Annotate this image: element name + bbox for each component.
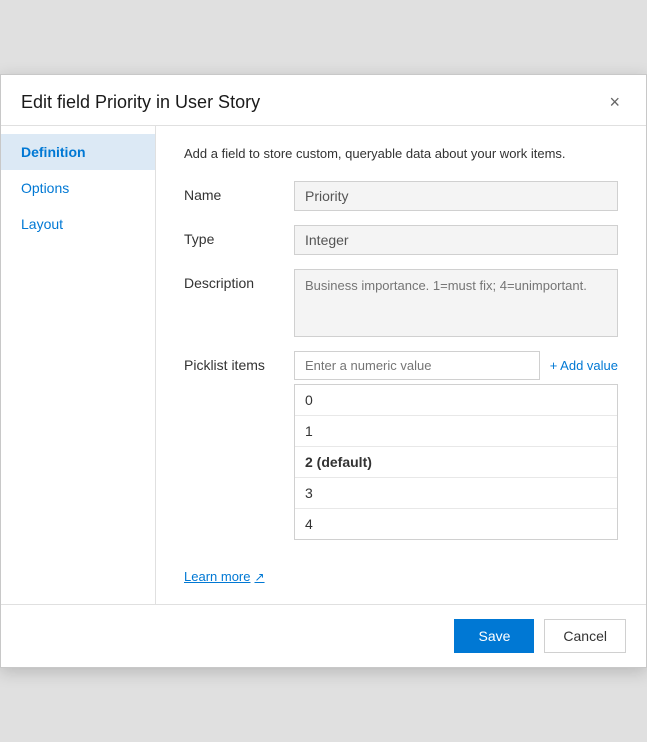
dialog-footer: Save Cancel (1, 604, 646, 667)
picklist-value-2-default: 2 (default) (295, 447, 617, 478)
picklist-value-1: 1 (295, 416, 617, 447)
picklist-section: Picklist items + Add value 0 1 (184, 351, 618, 540)
sidebar-item-definition[interactable]: Definition (1, 134, 155, 170)
picklist-label: Picklist items (184, 351, 294, 373)
name-row: Name (184, 181, 618, 211)
type-row: Type (184, 225, 618, 255)
sidebar-item-layout[interactable]: Layout (1, 206, 155, 242)
name-label: Name (184, 181, 294, 203)
dialog-body: Definition Options Layout Add a field to… (1, 126, 646, 604)
description-label: Description (184, 269, 294, 291)
dialog-header: Edit field Priority in User Story × (1, 75, 646, 126)
sidebar: Definition Options Layout (1, 126, 156, 604)
type-label: Type (184, 225, 294, 247)
name-input[interactable] (294, 181, 618, 211)
type-input[interactable] (294, 225, 618, 255)
dialog-title: Edit field Priority in User Story (21, 92, 260, 113)
picklist-value-3: 3 (295, 478, 617, 509)
external-link-icon: ↗ (254, 570, 264, 584)
picklist-input[interactable] (294, 351, 540, 380)
picklist-value-4: 4 (295, 509, 617, 539)
save-button[interactable]: Save (454, 619, 534, 653)
content-description: Add a field to store custom, queryable d… (184, 146, 618, 161)
learn-more-link[interactable]: Learn more ↗ (184, 569, 265, 584)
picklist-right: + Add value 0 1 2 (default) 3 (294, 351, 618, 540)
picklist-values: 0 1 2 (default) 3 4 (294, 384, 618, 540)
cancel-button[interactable]: Cancel (544, 619, 626, 653)
main-content: Add a field to store custom, queryable d… (156, 126, 646, 604)
close-button[interactable]: × (603, 91, 626, 113)
picklist-input-row: + Add value (294, 351, 618, 380)
description-row: Description (184, 269, 618, 337)
picklist-value-0: 0 (295, 385, 617, 416)
dialog: Edit field Priority in User Story × Defi… (0, 74, 647, 668)
learn-more-row: Learn more ↗ (184, 548, 618, 584)
sidebar-item-options[interactable]: Options (1, 170, 155, 206)
add-value-button[interactable]: + Add value (550, 358, 618, 373)
description-textarea[interactable] (294, 269, 618, 337)
